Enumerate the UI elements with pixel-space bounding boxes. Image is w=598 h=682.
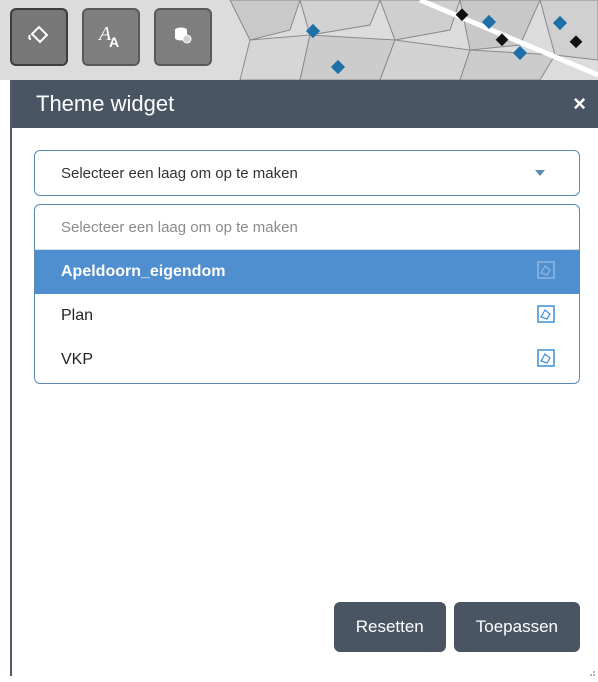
svg-text:A: A [109,34,119,50]
list-item[interactable]: Plan [35,294,579,338]
map-toolbar: A A [10,8,212,66]
polygon-layer-icon [537,348,555,372]
apply-button[interactable]: Toepassen [453,602,580,652]
layer-dropdown-list: Selecteer een laag om op te maken Apeldo… [34,204,580,384]
panel-actions: Resetten Toepassen [333,602,580,652]
database-layers-icon [172,24,194,51]
theme-widget-panel: Theme widget × Selecteer een laag om op … [10,80,598,676]
list-item-label: Apeldoorn_eigendom [61,263,226,280]
theme-tool-button[interactable] [10,8,68,66]
layer-select[interactable]: Selecteer een laag om op te maken [34,150,580,196]
layer-select-value: Selecteer een laag om op te maken [61,164,298,182]
resize-handle-icon[interactable] [586,664,596,676]
polygon-layer-icon [537,304,555,328]
reset-button[interactable]: Resetten [333,602,446,652]
list-item[interactable]: VKP [35,338,579,382]
label-style-tool-button[interactable]: A A [82,8,140,66]
list-item-label: VKP [61,351,94,368]
panel-header: Theme widget × [12,80,598,128]
close-icon[interactable]: × [573,91,586,117]
chevron-down-icon [535,170,545,176]
data-tool-button[interactable] [154,8,212,66]
paint-bucket-icon [26,22,52,53]
font-style-icon: A A [96,20,126,55]
list-item-label: Plan [61,307,94,324]
list-item[interactable]: Apeldoorn_eigendom [35,250,579,294]
dropdown-placeholder: Selecteer een laag om op te maken [35,205,579,250]
polygon-layer-icon [537,260,555,284]
panel-title: Theme widget [36,91,175,116]
